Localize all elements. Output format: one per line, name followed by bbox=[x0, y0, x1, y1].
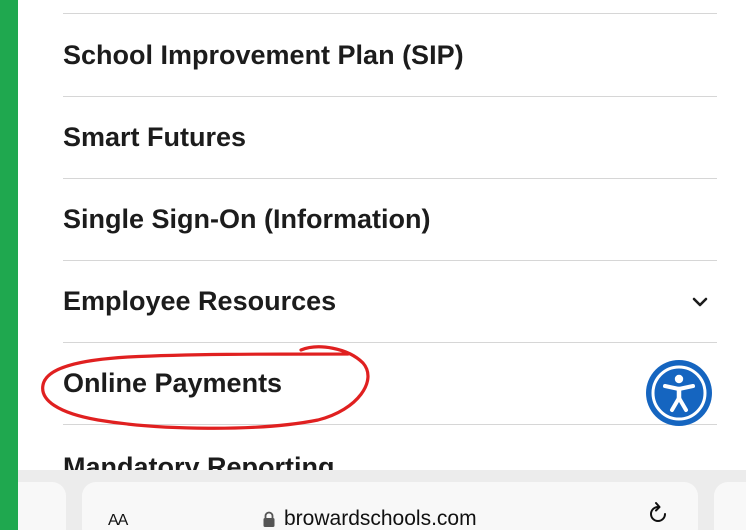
menu-item-label: Employee Resources bbox=[63, 286, 337, 316]
menu-item-online-payments[interactable]: Online Payments bbox=[63, 343, 717, 425]
menu-item-smart-futures[interactable]: Smart Futures bbox=[63, 97, 717, 179]
browser-toolbar: AA browardschools.com bbox=[18, 470, 746, 530]
tab-edge-left bbox=[18, 482, 66, 530]
chevron-down-icon[interactable] bbox=[689, 291, 711, 313]
menu-item-label: Online Payments bbox=[63, 368, 283, 398]
url-text: browardschools.com bbox=[284, 507, 477, 530]
tab-edge-right bbox=[714, 482, 746, 530]
lock-icon bbox=[263, 511, 275, 527]
reload-icon[interactable] bbox=[647, 500, 671, 528]
mobile-screen: School Improvement Plan (SIP) Smart Futu… bbox=[18, 0, 746, 530]
divider bbox=[63, 13, 717, 14]
menu-item-employee-resources[interactable]: Employee Resources bbox=[63, 261, 717, 343]
text-size-label: AA bbox=[108, 512, 128, 529]
accessibility-button[interactable] bbox=[646, 360, 712, 426]
text-size-button[interactable]: AA bbox=[108, 504, 128, 530]
accessibility-icon bbox=[651, 365, 707, 421]
url-display[interactable]: browardschools.com bbox=[262, 507, 477, 530]
address-bar[interactable]: AA browardschools.com bbox=[82, 482, 698, 530]
menu-item-label: Single Sign-On (Information) bbox=[63, 204, 431, 234]
menu-item-school-improvement-plan[interactable]: School Improvement Plan (SIP) bbox=[63, 15, 717, 97]
menu-item-single-sign-on[interactable]: Single Sign-On (Information) bbox=[63, 179, 717, 261]
menu-item-label: School Improvement Plan (SIP) bbox=[63, 40, 464, 70]
menu-item-label: Smart Futures bbox=[63, 122, 247, 152]
